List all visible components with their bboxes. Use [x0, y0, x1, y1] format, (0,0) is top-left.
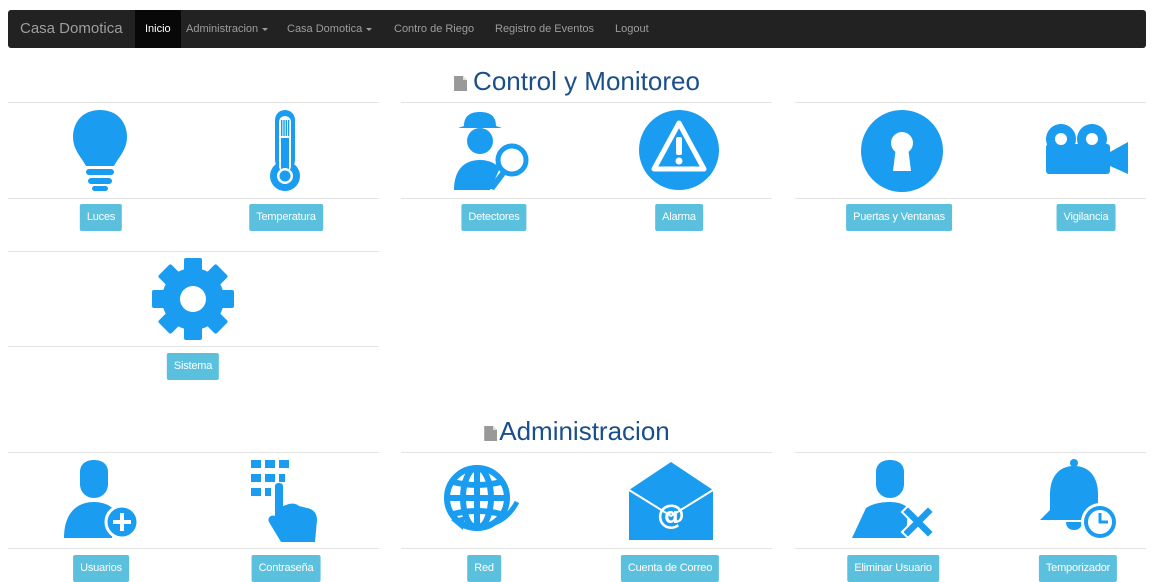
divider [8, 548, 379, 549]
divider [795, 548, 1146, 549]
divider [8, 198, 379, 199]
globe-icon[interactable] [441, 458, 521, 542]
gear-icon[interactable] [150, 256, 236, 342]
svg-text:@: @ [657, 498, 685, 531]
add-user-icon[interactable] [62, 458, 142, 542]
alarm-warning-icon[interactable] [638, 109, 720, 191]
nav-casa-domotica[interactable]: Casa Domotica [287, 10, 373, 48]
divider [401, 198, 772, 199]
control-title-text: Control y Monitoreo [473, 66, 700, 96]
divider [795, 198, 1146, 199]
nav-administracion[interactable]: Administracion [186, 10, 269, 48]
divider [8, 452, 379, 453]
eliminar-usuario-button[interactable]: Eliminar Usuario [847, 555, 939, 582]
divider [401, 548, 772, 549]
alarma-button[interactable]: Alarma [655, 204, 703, 231]
keyhole-icon[interactable] [860, 109, 944, 193]
caret-down-icon [366, 27, 373, 31]
thermometer-icon[interactable] [268, 108, 303, 192]
bell-timer-icon[interactable] [1036, 458, 1126, 542]
divider [795, 102, 1146, 103]
keypad-icon[interactable] [249, 458, 324, 542]
remove-user-icon[interactable] [850, 458, 940, 542]
lightbulb-icon[interactable] [70, 108, 130, 193]
divider [401, 102, 772, 103]
temporizador-button[interactable]: Temporizador [1038, 555, 1118, 582]
nav-logout[interactable]: Logout [615, 10, 649, 48]
document-icon [484, 426, 498, 441]
document-icon [454, 76, 468, 91]
puertas-ventanas-button[interactable]: Puertas y Ventanas [846, 204, 952, 231]
nav-administracion-label: Administracion [186, 23, 259, 35]
sistema-button[interactable]: Sistema [166, 353, 220, 380]
detective-icon[interactable] [450, 108, 540, 190]
red-button[interactable]: Red [467, 555, 501, 582]
divider [401, 452, 772, 453]
nav-casa-domotica-label: Casa Domotica [287, 23, 363, 35]
divider [8, 102, 379, 103]
caret-down-icon [262, 27, 269, 31]
detectores-button[interactable]: Detectores [461, 204, 527, 231]
contrasena-button[interactable]: Contraseña [251, 555, 321, 582]
nav-contro-de-riego[interactable]: Contro de Riego [394, 10, 474, 48]
vigilancia-button[interactable]: Vigilancia [1056, 204, 1116, 231]
navbar-brand[interactable]: Casa Domotica [20, 10, 123, 48]
usuarios-button[interactable]: Usuarios [73, 555, 129, 582]
divider [8, 251, 379, 252]
divider [8, 346, 379, 347]
admin-title-text: Administracion [499, 416, 670, 446]
video-camera-icon[interactable] [1044, 122, 1128, 176]
admin-section-title: Administracion [0, 416, 1154, 447]
divider [795, 452, 1146, 453]
email-envelope-icon[interactable]: @ [627, 460, 715, 542]
navbar: Casa Domotica Inicio Administracion Casa… [8, 10, 1146, 48]
nav-registro-de-eventos[interactable]: Registro de Eventos [495, 10, 594, 48]
control-section-title: Control y Monitoreo [0, 66, 1154, 97]
nav-inicio[interactable]: Inicio [135, 10, 181, 48]
cuenta-de-correo-button[interactable]: Cuenta de Correo [620, 555, 720, 582]
luces-button[interactable]: Luces [79, 204, 123, 231]
temperatura-button[interactable]: Temperatura [249, 204, 323, 231]
